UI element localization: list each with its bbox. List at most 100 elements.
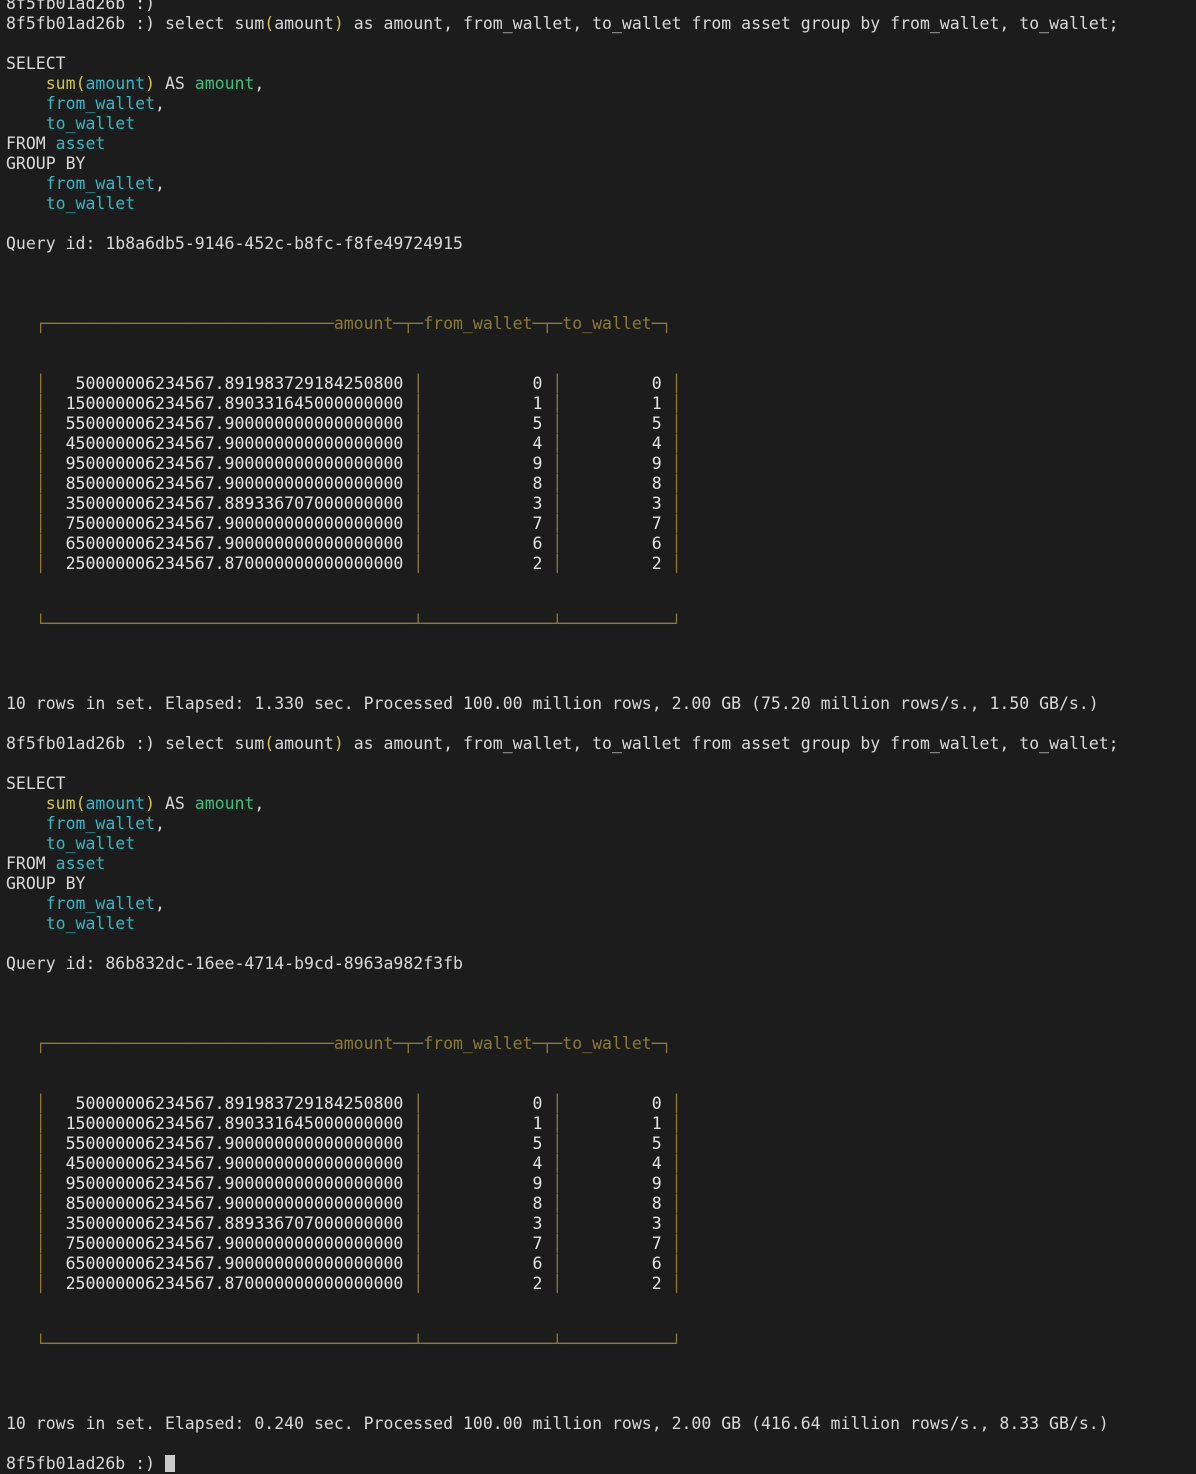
cell-to-wallet: 3 — [562, 1214, 672, 1233]
cell-divider: │ — [671, 1254, 682, 1273]
query-groupby-clause: GROUP BY — [6, 154, 1190, 174]
query-projection-from-wallet: from_wallet, — [6, 814, 1190, 834]
cell-divider: │ — [413, 394, 424, 413]
cell-divider: │ — [552, 1114, 563, 1133]
cell-amount: 350000006234567.889336707000000000 — [45, 1214, 414, 1233]
cell-divider: │ — [6, 1094, 46, 1113]
column-amount: amount — [85, 74, 146, 93]
cell-to-wallet: 9 — [562, 1174, 672, 1193]
prompt-text: 8f5fb01ad26b :) — [6, 14, 165, 33]
cell-from-wallet: 9 — [423, 1174, 553, 1193]
table-row: │ 750000006234567.900000000000000000 │ 7… — [6, 1234, 1190, 1254]
command-head: select sum — [164, 734, 265, 753]
table-row: │ 550000006234567.900000000000000000 │ 5… — [6, 414, 1190, 434]
command-line-1: 8f5fb01ad26b :) select sum(amount) as am… — [6, 14, 1190, 34]
cell-divider: │ — [552, 434, 563, 453]
cell-divider: │ — [552, 1094, 563, 1113]
comma: , — [155, 894, 165, 913]
column-from-wallet: from_wallet — [45, 174, 156, 193]
cell-divider: │ — [6, 1274, 46, 1293]
cell-to-wallet: 9 — [562, 454, 672, 473]
cell-divider: │ — [6, 1234, 46, 1253]
cell-amount: 650000006234567.900000000000000000 — [45, 1254, 414, 1273]
cell-from-wallet: 2 — [423, 1274, 553, 1293]
cell-amount: 50000006234567.891983729184250800 — [45, 1094, 414, 1113]
cell-divider: │ — [6, 554, 46, 573]
query-projection-to-wallet: to_wallet — [6, 834, 1190, 854]
cell-to-wallet: 0 — [562, 374, 672, 393]
cell-divider: │ — [552, 514, 563, 533]
close-paren: ) — [145, 74, 156, 93]
cell-divider: │ — [413, 1174, 424, 1193]
cell-divider: │ — [671, 1214, 682, 1233]
cell-from-wallet: 7 — [423, 514, 553, 533]
comma: , — [155, 94, 165, 113]
query-id-label: Query id: — [6, 954, 106, 973]
cell-divider: │ — [671, 434, 682, 453]
table-row: │ 250000006234567.870000000000000000 │ 2… — [6, 554, 1190, 574]
status-line-2: 10 rows in set. Elapsed: 0.240 sec. Proc… — [6, 1414, 1190, 1434]
cell-to-wallet: 6 — [562, 534, 672, 553]
terminal-screen[interactable]: 8f5fb01ad26b :) 8f5fb01ad26b :) select s… — [0, 0, 1196, 1474]
cell-divider: │ — [413, 514, 424, 533]
comma: , — [155, 814, 165, 833]
cell-divider: │ — [6, 534, 46, 553]
query-groupby-from-wallet: from_wallet, — [6, 894, 1190, 914]
comma: , — [254, 74, 265, 93]
cell-to-wallet: 4 — [562, 434, 672, 453]
cell-divider: │ — [413, 1234, 424, 1253]
cell-from-wallet: 7 — [423, 1234, 553, 1253]
cell-divider: │ — [413, 374, 424, 393]
cell-divider: │ — [552, 374, 563, 393]
prompt-line-initial: 8f5fb01ad26b :) — [6, 0, 1190, 14]
cell-divider: │ — [552, 534, 563, 553]
cell-from-wallet: 8 — [423, 1194, 553, 1213]
prompt-line-final[interactable]: 8f5fb01ad26b :) — [6, 1454, 1190, 1474]
table-row: │ 250000006234567.870000000000000000 │ 2… — [6, 1274, 1190, 1294]
cell-divider: │ — [552, 1154, 563, 1173]
cell-divider: │ — [671, 514, 682, 533]
keyword-group-by: GROUP BY — [6, 874, 86, 893]
query-keyword-select: SELECT — [6, 54, 1190, 74]
open-paren: ( — [75, 794, 86, 813]
table-row: │ 50000006234567.891983729184250800 │ 0 … — [6, 374, 1190, 394]
column-from-wallet: from_wallet — [45, 814, 156, 833]
table-top-border: ┌─────────────────────────────amount─┬─f… — [6, 1034, 1190, 1054]
table-top-border: ┌─────────────────────────────amount─┬─f… — [6, 314, 1190, 334]
cell-divider: │ — [6, 374, 46, 393]
cell-divider: │ — [671, 374, 682, 393]
cell-divider: │ — [413, 1094, 424, 1113]
cell-amount: 450000006234567.900000000000000000 — [45, 1154, 414, 1173]
cell-divider: │ — [6, 494, 46, 513]
cell-from-wallet: 2 — [423, 554, 553, 573]
table-row: │ 750000006234567.900000000000000000 │ 7… — [6, 514, 1190, 534]
table-row: │ 850000006234567.900000000000000000 │ 8… — [6, 1194, 1190, 1214]
cell-to-wallet: 1 — [562, 1114, 672, 1133]
table-bottom-border: └─────────────────────────────────────┴─… — [6, 614, 1190, 634]
table-row: │ 850000006234567.900000000000000000 │ 8… — [6, 474, 1190, 494]
table-row: │ 650000006234567.900000000000000000 │ 6… — [6, 534, 1190, 554]
cell-divider: │ — [413, 414, 424, 433]
cell-divider: │ — [6, 474, 46, 493]
query-from-clause: FROM asset — [6, 134, 1190, 154]
cell-divider: │ — [552, 1214, 563, 1233]
cell-divider: │ — [6, 1154, 46, 1173]
cell-from-wallet: 1 — [423, 1114, 553, 1133]
table-row: │ 450000006234567.900000000000000000 │ 4… — [6, 1154, 1190, 1174]
command-arg: amount — [274, 14, 334, 33]
column-amount: amount — [85, 794, 146, 813]
cell-divider: │ — [413, 1254, 424, 1273]
cell-from-wallet: 9 — [423, 454, 553, 473]
result-table-1: ┌─────────────────────────────amount─┬─f… — [6, 274, 1190, 674]
cell-divider: │ — [671, 454, 682, 473]
prompt-text: 8f5fb01ad26b :) — [6, 0, 165, 13]
cell-divider: │ — [671, 1114, 682, 1133]
status-line-1: 10 rows in set. Elapsed: 1.330 sec. Proc… — [6, 694, 1190, 714]
